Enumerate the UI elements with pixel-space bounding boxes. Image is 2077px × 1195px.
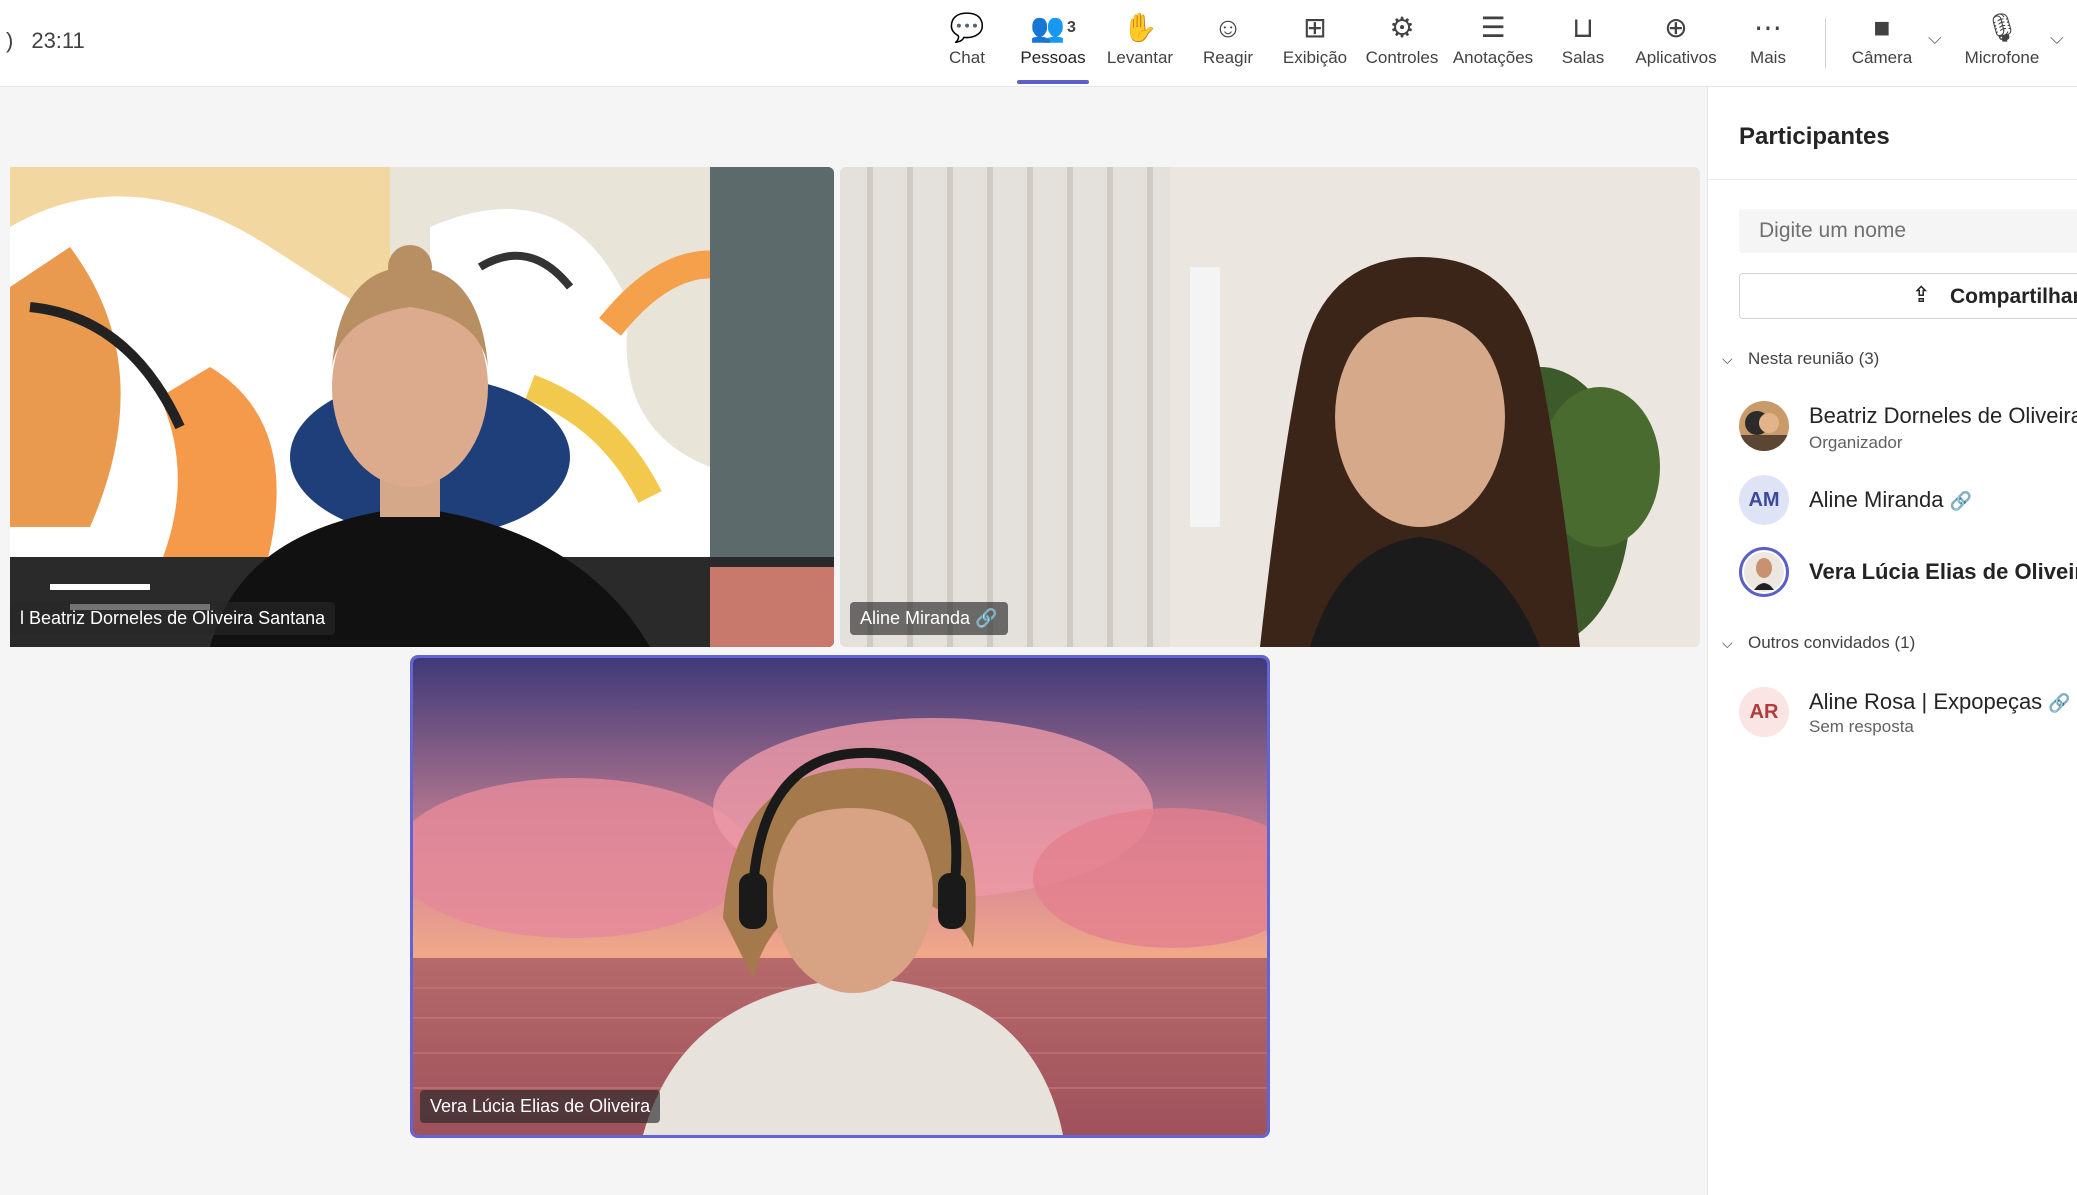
meeting-timer: ) 23:11 — [6, 28, 85, 54]
raise-hand-label: Levantar — [1106, 48, 1174, 67]
avatar: AM — [1739, 475, 1789, 525]
clock-fragment: ) — [6, 28, 14, 53]
phone-device-icon: 🔗 — [2048, 693, 2071, 713]
video-feed — [413, 658, 1267, 1135]
panel-title: Participantes — [1739, 123, 1890, 150]
mic-options-chevron-icon[interactable]: ⌵ — [2050, 28, 2064, 49]
participant-name: Vera Lúcia Elias de Oliveira — [1809, 559, 2077, 584]
participant-name-text: Aline Rosa | Expopeças — [1809, 689, 2043, 714]
controls-icon: ⚙ — [1389, 12, 1415, 43]
video-tile-beatriz[interactable]: l Beatriz Dorneles de Oliveira Santana — [10, 167, 834, 647]
meeting-clock: 23:11 — [31, 28, 85, 53]
people-button[interactable]: 👥 3 Pessoas — [1018, 10, 1088, 78]
section-label: Outros convidados (1) — [1748, 633, 1916, 652]
participant-name: Aline Rosa | Expopeças 🔗 — [1809, 689, 2071, 715]
participant-item[interactable]: Beatriz Dorneles de Oliveira Organizador — [1739, 401, 2077, 457]
grid-view-icon: ⊞ — [1303, 12, 1327, 43]
avatar — [1739, 547, 1789, 597]
more-button[interactable]: ⋯ Mais — [1748, 10, 1788, 78]
notes-button[interactable]: ☰ Anotações — [1452, 10, 1534, 78]
share-invite-button[interactable]: ⇪ Compartilhar — [1739, 273, 2077, 319]
video-tile-aline[interactable]: Aline Miranda 🔗 — [840, 167, 1700, 647]
avatar: AR — [1739, 687, 1789, 737]
participant-item[interactable]: AM Aline Miranda 🔗 — [1739, 475, 2077, 531]
raise-hand-icon: ✋ — [1122, 12, 1158, 43]
chat-label: Chat — [949, 48, 985, 67]
view-button[interactable]: ⊞ Exibição — [1280, 10, 1350, 78]
participant-status: Sem resposta — [1809, 717, 1914, 736]
participant-role: Organizador — [1809, 433, 1903, 452]
nameplate-name: Vera Lúcia Elias de Oliveira — [430, 1096, 651, 1116]
participant-name: Aline Miranda 🔗 — [1809, 487, 1972, 513]
react-button[interactable]: ☺ Reagir — [1198, 10, 1258, 78]
video-tile-vera[interactable]: Vera Lúcia Elias de Oliveira — [410, 655, 1270, 1138]
add-app-icon: ⊕ — [1664, 12, 1688, 43]
raise-hand-button[interactable]: ✋ Levantar — [1105, 10, 1175, 78]
participants-panel: Participantes ⇪ Compartilhar ⌵ Nesta reun… — [1707, 87, 2077, 1195]
smile-icon: ☺ — [1213, 12, 1243, 43]
apps-label: Aplicativos — [1635, 48, 1717, 67]
rooms-label: Salas — [1561, 48, 1605, 67]
camera-icon: ■ — [1873, 12, 1891, 43]
participant-search-input[interactable] — [1739, 209, 2077, 253]
panel-divider — [1708, 179, 2077, 180]
other-invitees-section-header[interactable]: ⌵ Outros convidados (1) — [1722, 633, 1915, 653]
collapse-chevron-icon: ⌵ — [1722, 351, 1733, 367]
notes-icon: ☰ — [1480, 12, 1506, 43]
rooms-icon: ⊔ — [1572, 12, 1594, 43]
invited-participant-item[interactable]: AR Aline Rosa | Expopeças 🔗 Sem resposta — [1739, 687, 2077, 743]
people-count-badge: 3 — [1066, 19, 1076, 36]
camera-options-chevron-icon[interactable]: ⌵ — [1928, 28, 1942, 49]
camera-label: Câmera — [1851, 48, 1913, 67]
nameplate-name: Beatriz Dorneles de Oliveira Santana — [29, 608, 326, 628]
video-feed — [840, 167, 1700, 647]
collapse-chevron-icon: ⌵ — [1722, 635, 1733, 651]
camera-button[interactable]: ■ Câmera — [1850, 10, 1914, 78]
share-icon: ⇪ — [1912, 282, 1931, 307]
people-label: Pessoas — [1020, 48, 1086, 67]
notes-label: Anotações — [1452, 48, 1534, 67]
phone-device-icon: 🔗 — [1949, 491, 1972, 511]
phone-device-icon: 🔗 — [975, 608, 998, 628]
apps-button[interactable]: ⊕ Aplicativos — [1632, 10, 1720, 78]
people-icon: 👥 — [1030, 12, 1065, 43]
controls-button[interactable]: ⚙ Controles — [1362, 10, 1442, 78]
avatar — [1739, 401, 1789, 451]
microphone-icon: 🎙 — [1984, 12, 2020, 43]
nameplate-fragment: l — [20, 608, 24, 628]
nameplate-name: Aline Miranda — [860, 608, 971, 628]
chat-button[interactable]: 💬 Chat — [945, 10, 989, 78]
participant-nameplate: Aline Miranda 🔗 — [850, 602, 1008, 635]
more-icon: ⋯ — [1754, 12, 1782, 43]
participant-item[interactable]: Vera Lúcia Elias de Oliveira — [1739, 547, 2077, 603]
react-label: Reagir — [1202, 48, 1254, 67]
rooms-button[interactable]: ⊔ Salas — [1560, 10, 1606, 78]
controls-label: Controles — [1365, 48, 1439, 67]
meeting-toolbar: ) 23:11 💬 Chat 👥 3 Pessoas ✋ Levantar ☺ Re… — [0, 0, 2077, 87]
participant-name-text: Aline Miranda — [1809, 487, 1944, 512]
participant-nameplate: l Beatriz Dorneles de Oliveira Santana — [10, 602, 336, 635]
microphone-button[interactable]: 🎙 Microfone — [1962, 10, 2042, 78]
view-label: Exibição — [1282, 48, 1348, 67]
section-label: Nesta reunião (3) — [1748, 349, 1880, 368]
participant-name: Beatriz Dorneles de Oliveira — [1809, 403, 2077, 428]
share-label: Compartilhar — [1950, 285, 2077, 308]
participant-nameplate: Vera Lúcia Elias de Oliveira — [420, 1090, 661, 1123]
toolbar-divider — [1825, 18, 1826, 68]
in-meeting-section-header[interactable]: ⌵ Nesta reunião (3) — [1722, 349, 1879, 369]
video-feed — [10, 167, 834, 647]
chat-icon: 💬 — [949, 12, 985, 43]
microphone-label: Microfone — [1964, 48, 2040, 67]
more-label: Mais — [1750, 48, 1786, 67]
active-tab-indicator — [1017, 80, 1089, 84]
